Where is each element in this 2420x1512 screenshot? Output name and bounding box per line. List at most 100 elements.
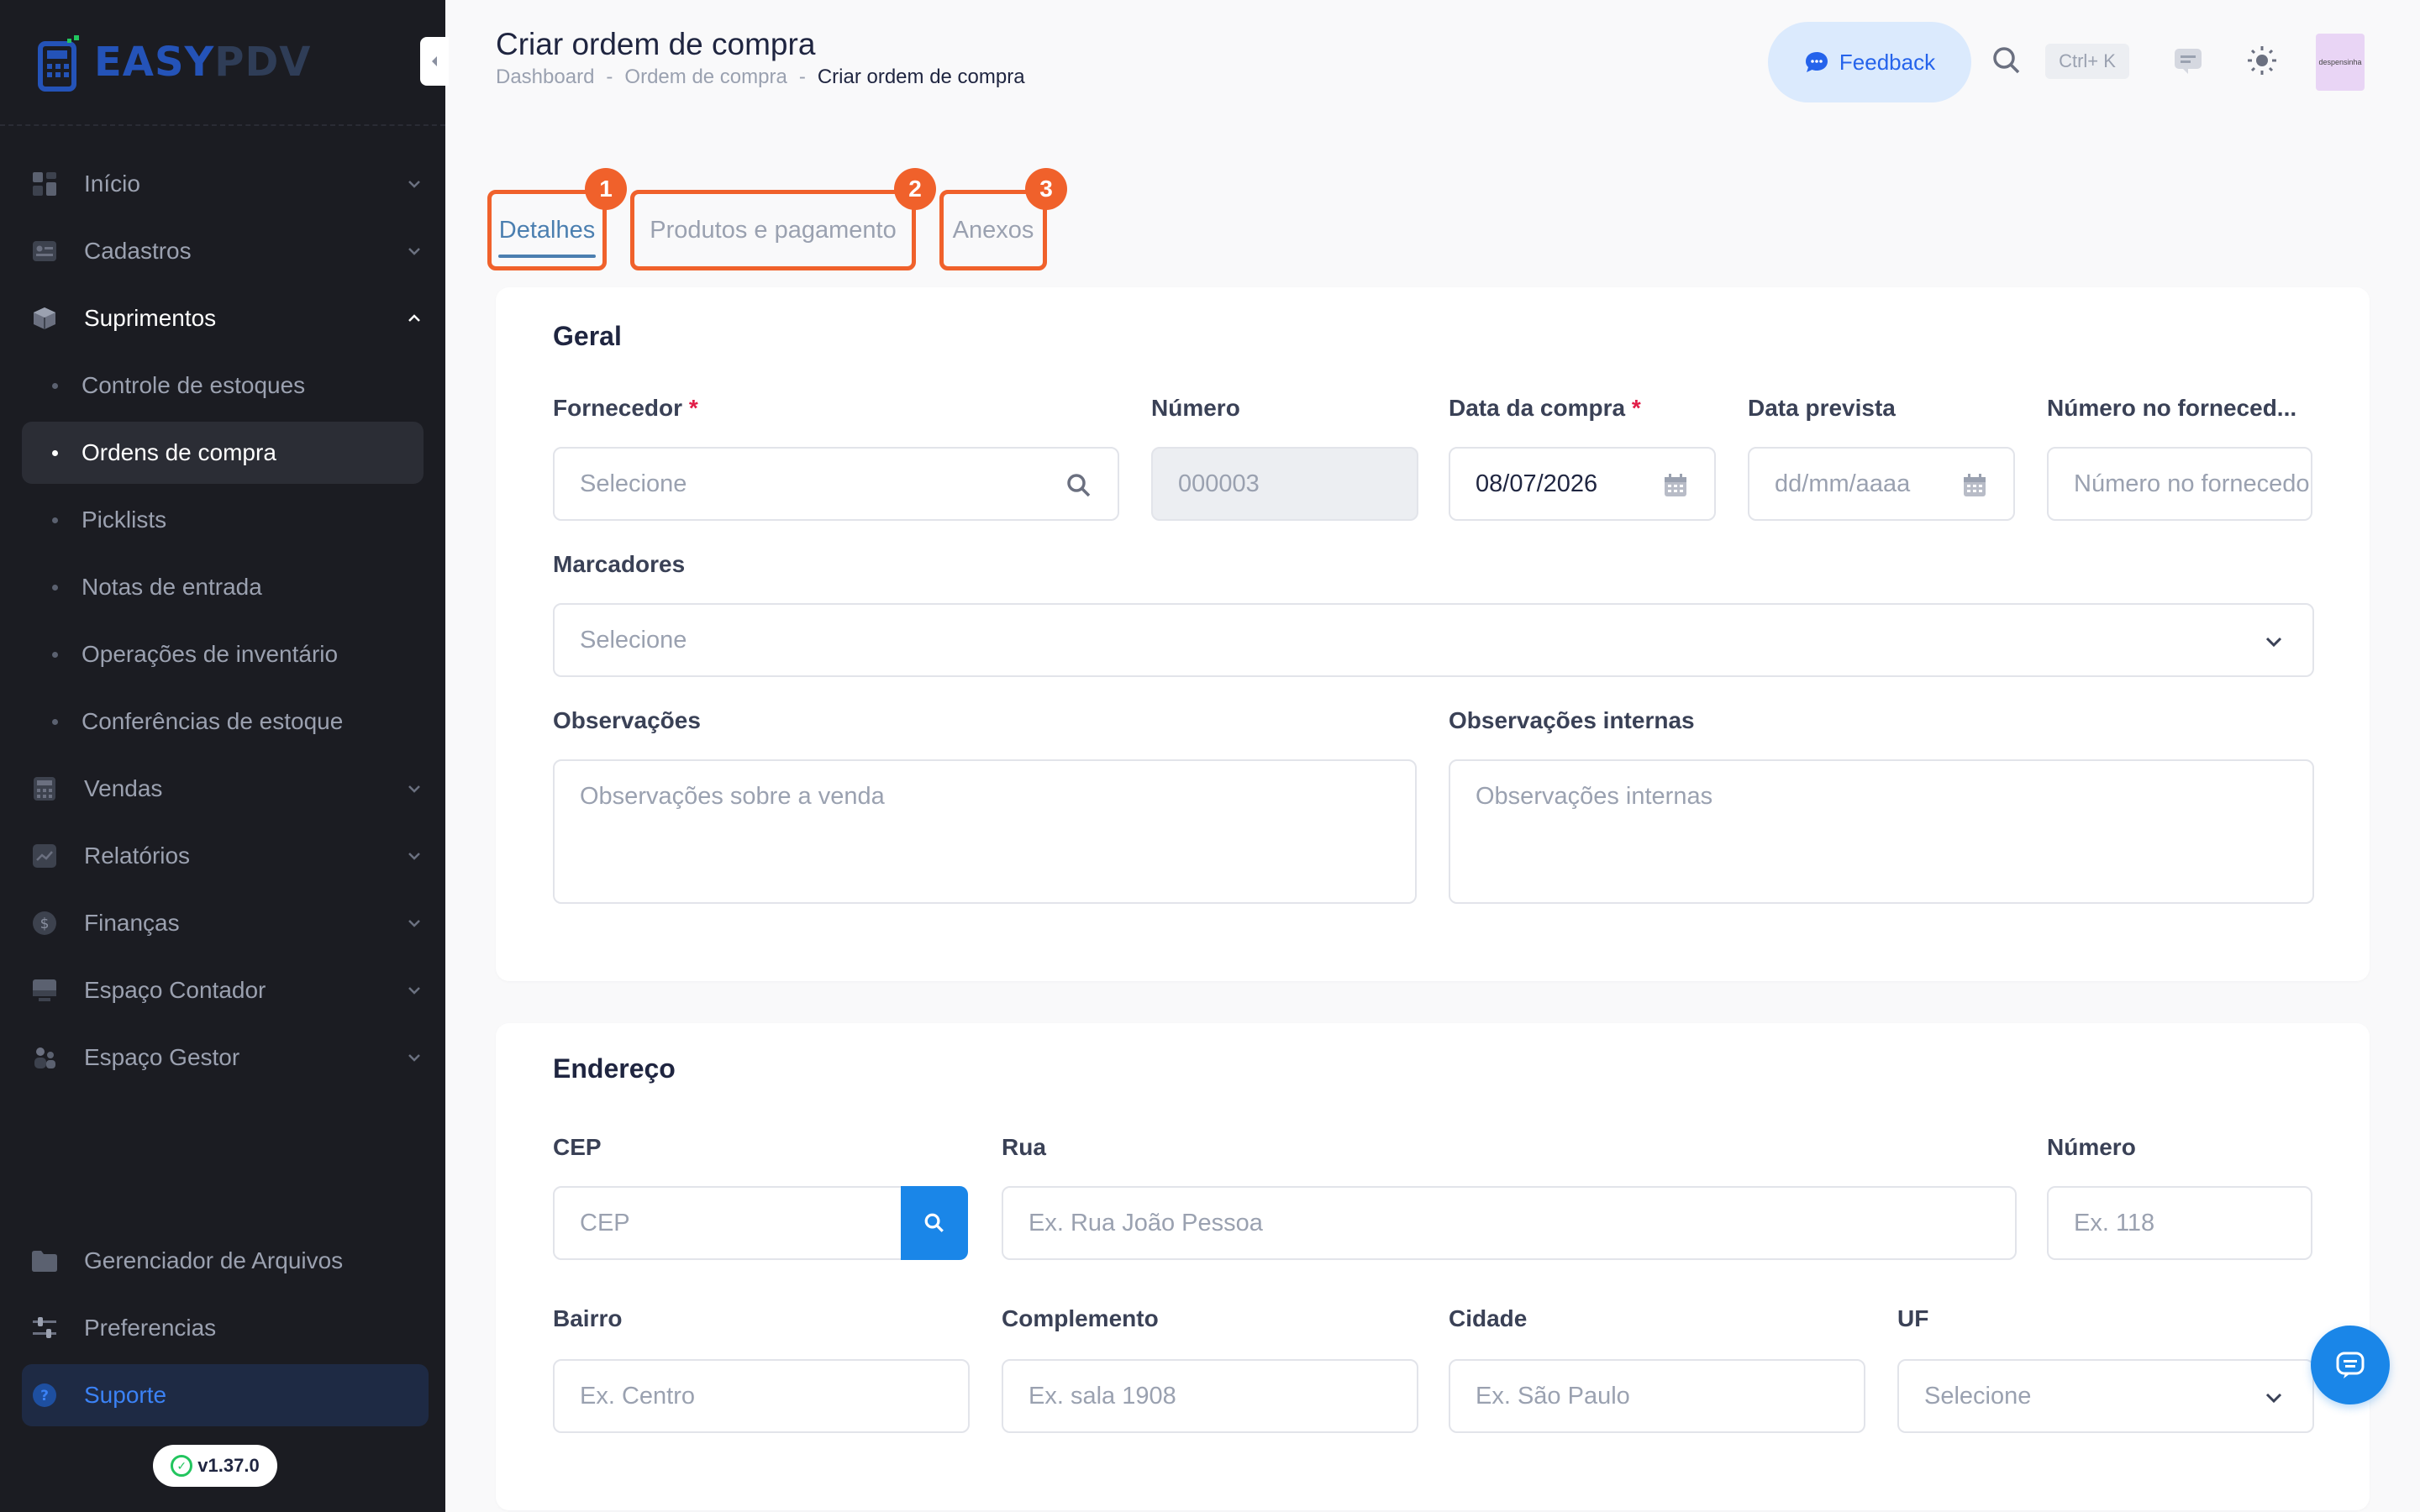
breadcrumb: Dashboard - Ordem de compra - Criar orde… — [496, 66, 1025, 89]
geral-card: Geral Fornecedor * Selecione Número 0000… — [496, 287, 2370, 981]
tab-step-badge: 1 — [585, 168, 627, 210]
sun-icon[interactable] — [2245, 44, 2279, 77]
sidebar-subitem-controle-estoques[interactable]: Controle de estoques — [22, 354, 424, 417]
sidebar: EASYPDV Início Cadastros Suprimentos Con… — [0, 0, 449, 1512]
numero-fornecedor-field[interactable]: Número no fornecedor — [2047, 447, 2312, 521]
numero-endereco-label: Número — [2047, 1134, 2136, 1160]
data-compra-value: 08/07/2026 — [1476, 470, 1598, 497]
sidebar-subitem-operacoes-inventario[interactable]: Operações de inventário — [22, 623, 424, 685]
folder-icon — [30, 1247, 59, 1275]
sidebar-subitem-ordens-compra[interactable]: Ordens de compra — [22, 422, 424, 484]
sidebar-item-espaco-contador[interactable]: Espaço Contador — [22, 959, 424, 1021]
message-icon[interactable] — [2171, 45, 2205, 76]
data-prevista-field[interactable]: dd/mm/aaaa — [1748, 447, 2015, 521]
uf-label: UF — [1897, 1305, 1929, 1331]
sidebar-item-preferencias[interactable]: Preferencias — [22, 1297, 429, 1359]
bullet-icon — [52, 382, 58, 389]
chevron-down-icon — [408, 248, 420, 255]
sidebar-subitem-notas-entrada[interactable]: Notas de entrada — [22, 556, 424, 618]
fornecedor-select[interactable]: Selecione — [553, 447, 1119, 521]
uf-select[interactable]: Selecione — [1897, 1359, 2314, 1433]
id-card-icon — [30, 237, 59, 265]
marcadores-select[interactable]: Selecione — [553, 603, 2314, 677]
chevron-down-icon — [2265, 1393, 2282, 1404]
sidebar-subitem-label: Ordens de compra — [82, 439, 276, 465]
numero-endereco-field[interactable]: Ex. 118 — [2047, 1186, 2312, 1260]
page-title: Criar ordem de compra — [496, 27, 816, 61]
sidebar-item-cadastros[interactable]: Cadastros — [22, 220, 424, 282]
sidebar-item-espaco-gestor[interactable]: Espaço Gestor — [22, 1026, 424, 1089]
sidebar-subitem-conferencias-estoque[interactable]: Conferências de estoque — [22, 690, 424, 753]
sidebar-bottom: Gerenciador de Arquivos Preferencias ? S… — [22, 1230, 429, 1431]
calendar-icon[interactable] — [1961, 472, 1988, 499]
chevron-down-icon — [408, 853, 420, 860]
brand-name: EASYPDV — [94, 39, 312, 86]
cep-placeholder: CEP — [580, 1209, 630, 1236]
search-icon — [924, 1213, 944, 1232]
sidebar-subitem-label: Conferências de estoque — [82, 708, 344, 734]
data-prevista-label: Data prevista — [1748, 395, 1896, 421]
logo[interactable]: EASYPDV — [37, 32, 311, 92]
tab-label: Detalhes — [498, 216, 596, 244]
chevron-down-icon — [408, 920, 420, 927]
breadcrumb-ordem-compra[interactable]: Ordem de compra — [624, 66, 786, 89]
search-icon[interactable] — [1991, 45, 2022, 76]
numero-field: 000003 — [1151, 447, 1418, 521]
tab-step-badge: 3 — [1025, 168, 1067, 210]
observacoes-textarea[interactable]: Observações sobre a venda — [553, 759, 1417, 904]
sidebar-item-label: Finanças — [84, 910, 180, 936]
chevron-down-icon — [2265, 637, 2282, 648]
rua-placeholder: Ex. Rua João Pessoa — [1028, 1209, 1263, 1236]
observacoes-internas-placeholder: Observações internas — [1476, 783, 1713, 810]
sidebar-item-relatorios[interactable]: Relatórios — [22, 825, 424, 887]
sidebar-item-financas[interactable]: $ Finanças — [22, 892, 424, 954]
section-title: Geral — [553, 321, 622, 351]
rua-label: Rua — [1002, 1134, 1046, 1160]
feedback-button[interactable]: Feedback — [1768, 22, 1971, 102]
numero-value: 000003 — [1178, 470, 1260, 497]
sidebar-item-label: Espaço Contador — [84, 977, 266, 1003]
sidebar-subitem-label: Picklists — [82, 507, 167, 533]
rua-field[interactable]: Ex. Rua João Pessoa — [1002, 1186, 2017, 1260]
tab-step-badge: 2 — [894, 168, 936, 210]
sidebar-item-vendas[interactable]: Vendas — [22, 758, 424, 820]
complemento-field[interactable]: Ex. sala 1908 — [1002, 1359, 1418, 1433]
observacoes-internas-textarea[interactable]: Observações internas — [1449, 759, 2314, 904]
cep-field[interactable]: CEP — [553, 1186, 906, 1260]
bullet-icon — [52, 584, 58, 591]
sidebar-item-label: Espaço Gestor — [84, 1044, 240, 1070]
cidade-field[interactable]: Ex. São Paulo — [1449, 1359, 1865, 1433]
calculator-icon — [30, 774, 59, 803]
numero-label: Número — [1151, 395, 1240, 421]
breadcrumb-dashboard[interactable]: Dashboard — [496, 66, 594, 89]
uf-placeholder: Selecione — [1924, 1382, 2032, 1410]
version-label: v1.37.0 — [197, 1455, 260, 1476]
chevron-left-icon — [432, 56, 437, 66]
sidebar-subitem-picklists[interactable]: Picklists — [22, 489, 424, 551]
data-compra-field[interactable]: 08/07/2026 — [1449, 447, 1716, 521]
chat-bubble-icon — [1805, 52, 1828, 72]
tab-produtos-pagamento[interactable]: Produtos e pagamento — [630, 190, 916, 270]
calendar-icon[interactable] — [1662, 472, 1689, 499]
tab-label: Produtos e pagamento — [650, 216, 897, 244]
sidebar-item-suprimentos[interactable]: Suprimentos — [22, 287, 424, 349]
check-circle-icon: ✓ — [171, 1455, 193, 1477]
marcadores-placeholder: Selecione — [580, 626, 687, 654]
box-icon — [30, 304, 59, 333]
sidebar-item-inicio[interactable]: Início — [22, 153, 424, 215]
sidebar-item-suporte[interactable]: ? Suporte — [22, 1364, 429, 1426]
bairro-field[interactable]: Ex. Centro — [553, 1359, 970, 1433]
avatar-label: despensinha — [2318, 58, 2362, 66]
cep-search-button[interactable] — [901, 1186, 968, 1260]
version-badge: ✓ v1.37.0 — [153, 1445, 277, 1487]
cidade-label: Cidade — [1449, 1305, 1528, 1331]
sidebar-item-gerenciador-arquivos[interactable]: Gerenciador de Arquivos — [22, 1230, 429, 1292]
chevron-down-icon — [408, 1054, 420, 1062]
chat-fab-button[interactable] — [2311, 1326, 2390, 1404]
active-tab-indicator — [498, 255, 596, 258]
avatar[interactable]: despensinha — [2316, 34, 2365, 91]
numero-fornecedor-placeholder: Número no fornecedor — [2074, 470, 2312, 497]
sidebar-item-label: Suporte — [84, 1382, 167, 1408]
sidebar-collapse-button[interactable] — [420, 37, 449, 86]
chevron-down-icon — [408, 181, 420, 188]
